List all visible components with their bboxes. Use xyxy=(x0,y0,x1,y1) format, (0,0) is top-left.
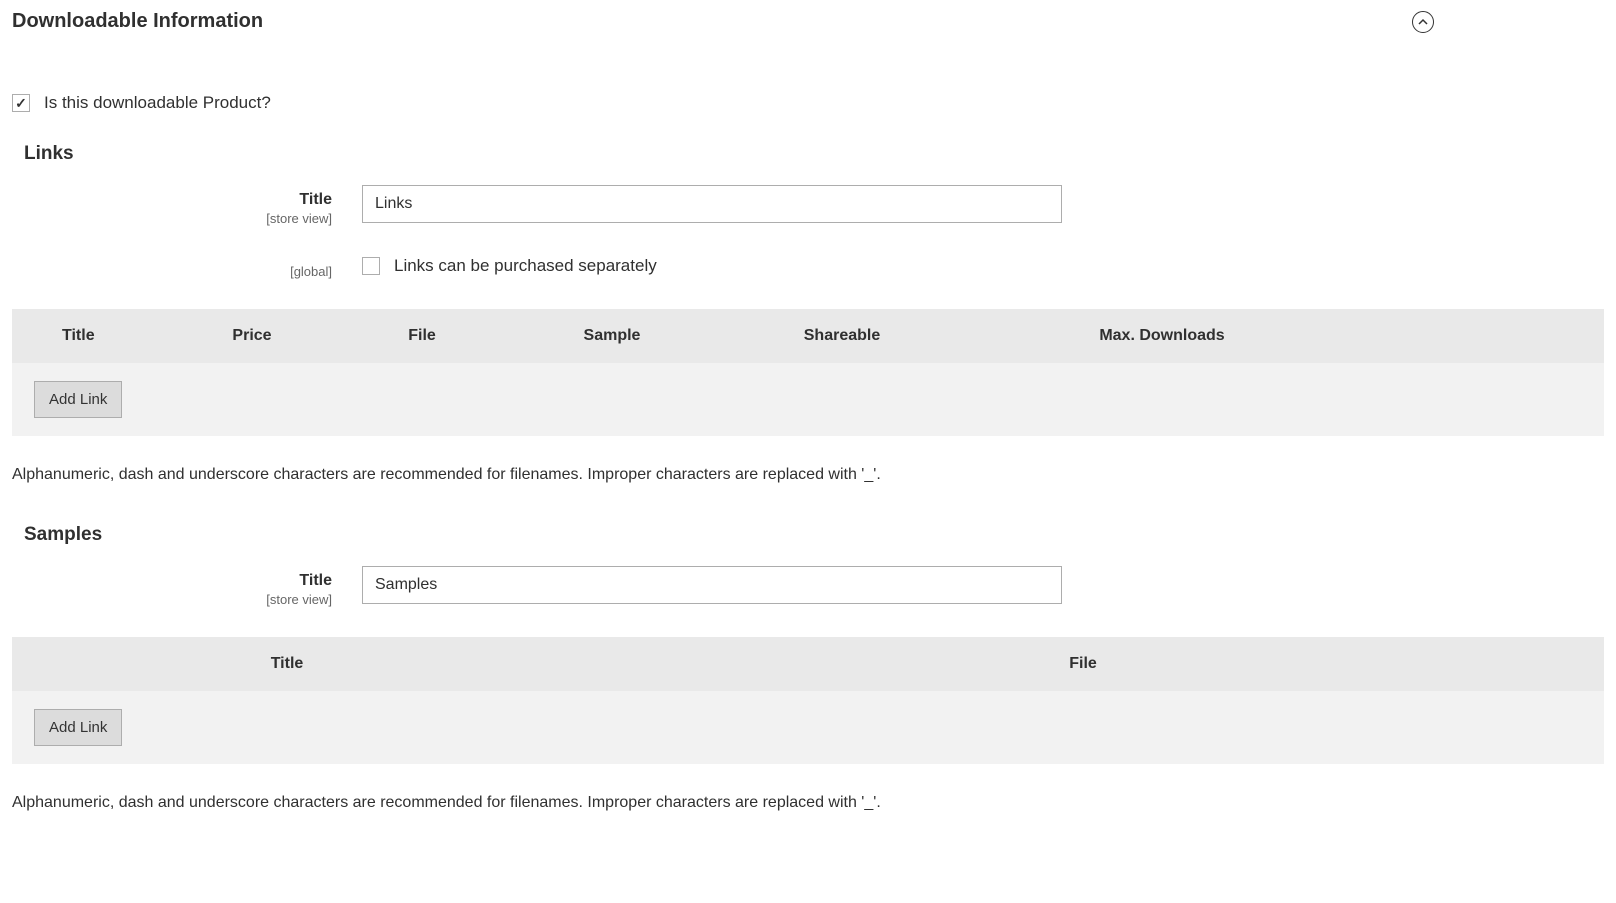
samples-title-scope: [store view] xyxy=(12,592,332,607)
links-separate-scope: [global] xyxy=(12,264,332,279)
samples-note: Alphanumeric, dash and underscore charac… xyxy=(12,794,1604,812)
is-downloadable-label: Is this downloadable Product? xyxy=(44,93,271,113)
links-col-sample: Sample xyxy=(512,327,712,345)
samples-table-header: Title File xyxy=(12,637,1604,691)
links-col-file: File xyxy=(332,327,512,345)
links-col-title: Title xyxy=(12,327,172,345)
links-separate-label: Links can be purchased separately xyxy=(394,256,657,276)
links-title-label: Title xyxy=(12,191,332,209)
is-downloadable-checkbox[interactable] xyxy=(12,94,30,112)
samples-heading: Samples xyxy=(24,524,1604,546)
samples-title-label: Title xyxy=(12,572,332,590)
links-title-scope: [store view] xyxy=(12,211,332,226)
collapse-toggle[interactable] xyxy=(1412,11,1434,33)
links-col-max: Max. Downloads xyxy=(972,327,1352,345)
links-table-header: Title Price File Sample Shareable Max. D… xyxy=(12,309,1604,363)
chevron-up-icon xyxy=(1418,17,1428,27)
links-col-shareable: Shareable xyxy=(712,327,972,345)
links-col-price: Price xyxy=(172,327,332,345)
samples-col-title: Title xyxy=(12,655,562,673)
section-title: Downloadable Information xyxy=(12,10,263,33)
links-heading: Links xyxy=(24,143,1604,165)
add-sample-button[interactable]: Add Link xyxy=(34,709,122,746)
links-note: Alphanumeric, dash and underscore charac… xyxy=(12,466,1604,484)
links-separate-checkbox[interactable] xyxy=(362,257,380,275)
samples-title-input[interactable] xyxy=(362,566,1062,604)
links-title-input[interactable] xyxy=(362,185,1062,223)
samples-col-file: File xyxy=(562,655,1604,673)
add-link-button[interactable]: Add Link xyxy=(34,381,122,418)
